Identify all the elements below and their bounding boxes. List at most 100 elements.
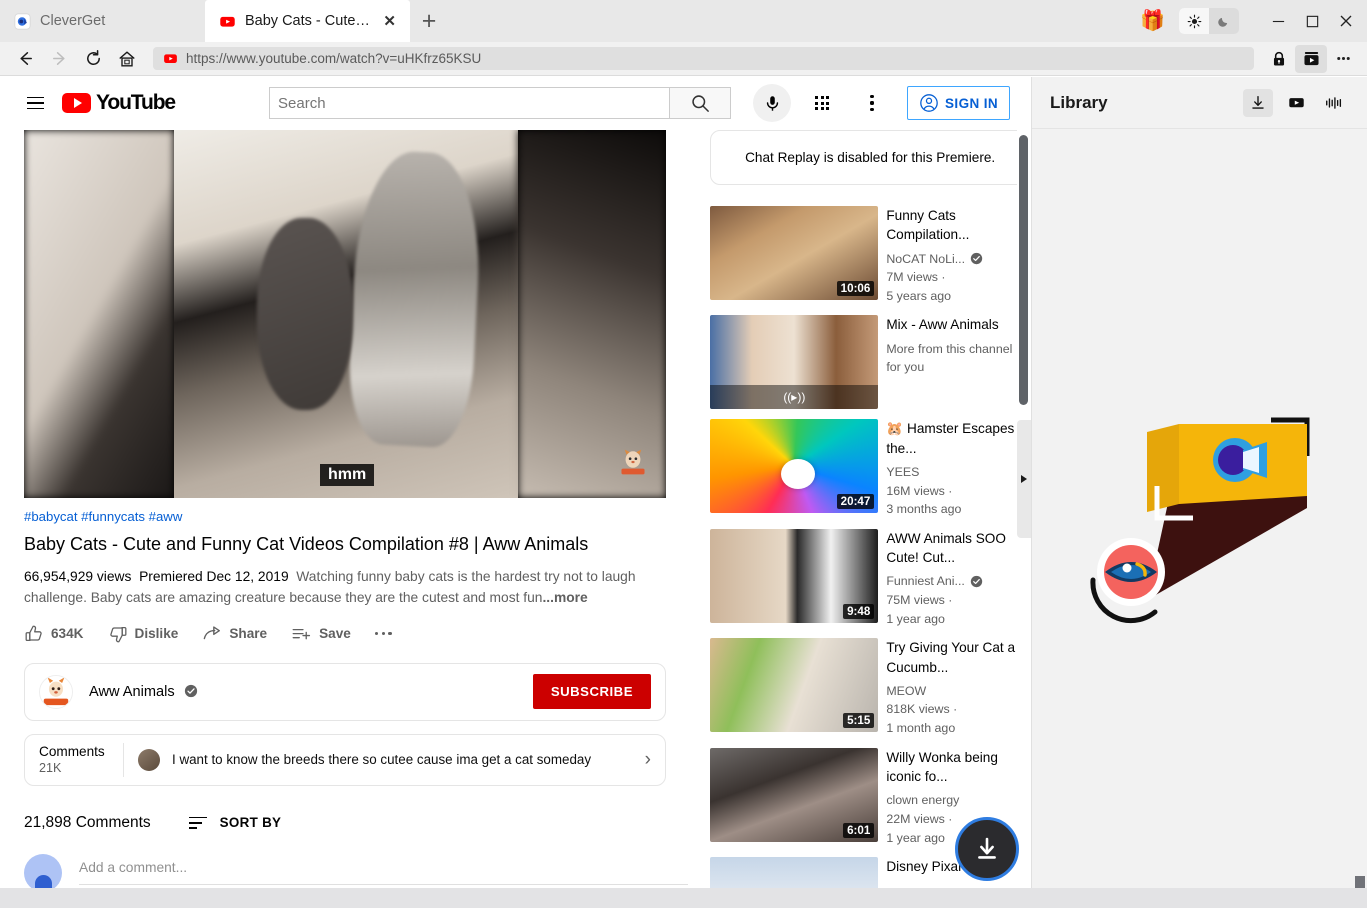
video-download-icon[interactable] <box>1295 44 1327 73</box>
upload-age: 5 years ago <box>886 288 952 303</box>
save-button[interactable]: Save <box>291 624 351 644</box>
comments-header: 21,898 Comments SORT BY <box>24 814 688 832</box>
channel-avatar[interactable] <box>39 674 73 709</box>
more-actions-icon[interactable] <box>374 632 392 636</box>
download-icon[interactable] <box>1243 88 1273 117</box>
youtube-logo[interactable]: YouTube <box>62 91 176 115</box>
views-text: 75M views <box>886 593 945 608</box>
video-title: Try Giving Your Cat a Cucumb... <box>886 640 1016 675</box>
channel-name-row[interactable]: Aww Animals <box>89 684 198 700</box>
youtube-icon <box>220 16 235 27</box>
browser-navbar: https://www.youtube.com/watch?v=uHKfrz65… <box>0 42 1367 76</box>
apps-grid-icon[interactable] <box>803 84 841 122</box>
video-thumbnail[interactable]: 20:47 <box>710 419 879 514</box>
subscribe-button[interactable]: SUBSCRIBE <box>532 674 651 710</box>
video-thumbnail[interactable]: 6:01 <box>710 747 879 842</box>
show-more-button[interactable]: ...more <box>542 590 587 605</box>
lock-icon[interactable] <box>1263 45 1295 73</box>
audio-waveform-glyph <box>1326 96 1342 109</box>
share-button[interactable]: Share <box>202 624 267 644</box>
view-count: 66,954,929 views <box>24 569 132 585</box>
hamburger-menu-icon[interactable] <box>16 84 54 122</box>
reload-glyph <box>86 49 100 65</box>
address-bar-text: https://www.youtube.com/watch?v=uHKfrz65… <box>186 51 482 66</box>
search-input[interactable] <box>269 87 670 119</box>
gift-icon[interactable]: 🎁 <box>1126 11 1179 31</box>
video-info: Funny Cats Compilation... NoCAT NoLi... <box>886 206 1030 305</box>
account-circle-icon <box>920 94 938 112</box>
related-videos-list: 10:06 Funny Cats Compilation... NoCAT No… <box>710 206 1030 908</box>
video-thumbnail[interactable]: ((▸)) <box>710 315 879 410</box>
channel-name: NoCAT NoLi... <box>886 251 966 266</box>
list-item[interactable]: 20:47 🐹 Hamster Escapes the... YEES 16M … <box>710 419 1030 518</box>
home-icon[interactable] <box>110 44 144 74</box>
video-thumbnail[interactable]: 10:06 <box>710 206 879 300</box>
site-youtube-icon <box>164 54 177 63</box>
video-player[interactable]: hmm <box>24 130 666 498</box>
add-comment-input[interactable]: Add a comment... <box>79 860 689 886</box>
video-info: Mix - Aww Animals More from this channel… <box>886 315 1030 409</box>
divider <box>123 742 124 777</box>
video-thumbnail[interactable]: 9:48 <box>710 528 879 623</box>
library-header: Library <box>1032 77 1367 129</box>
list-item[interactable]: ((▸)) Mix - Aww Animals More from this c… <box>710 315 1030 410</box>
video-hashtags[interactable]: #babycat #funnycats #aww <box>24 509 688 524</box>
download-fab-button[interactable] <box>955 817 1019 881</box>
moon-glyph <box>1218 17 1228 27</box>
list-item[interactable]: 10:06 Funny Cats Compilation... NoCAT No… <box>710 206 1030 305</box>
browser-tab-cleverget[interactable]: CleverGet <box>0 0 205 42</box>
search-button[interactable] <box>669 87 732 119</box>
address-bar[interactable]: https://www.youtube.com/watch?v=uHKfrz65… <box>153 47 1254 70</box>
share-icon <box>204 626 221 639</box>
like-button[interactable]: 634K <box>24 624 84 644</box>
list-item[interactable]: 9:48 AWW Animals SOO Cute! Cut... Funnie… <box>710 528 1030 628</box>
comments-preview-count: 21K <box>39 761 62 776</box>
window-minimize-button[interactable] <box>1261 0 1295 42</box>
channel-row: NoCAT NoLi... <box>886 250 1030 269</box>
window-maximize-button[interactable] <box>1295 0 1329 42</box>
sun-icon[interactable] <box>1179 8 1209 34</box>
chevron-right-icon[interactable]: › <box>645 749 651 771</box>
reload-icon[interactable] <box>76 44 110 74</box>
moon-icon[interactable] <box>1209 8 1239 34</box>
video-meta: 66,954,929 views Premiered Dec 12, 2019 … <box>24 567 688 608</box>
audio-waveform-icon[interactable] <box>1319 89 1349 117</box>
video-thumbnail[interactable]: 5:15 <box>710 638 879 733</box>
mic-glyph <box>766 95 778 111</box>
close-glyph <box>1340 15 1352 27</box>
more-options-icon[interactable] <box>1327 45 1359 73</box>
video-library-icon[interactable] <box>1281 89 1311 117</box>
theme-toggle[interactable] <box>1179 8 1239 34</box>
browser-tab-youtube[interactable]: Baby Cats - Cute and ✕ <box>205 0 410 42</box>
views-text: 818K views <box>886 702 950 717</box>
primary-column: hmm #babycat #funnycats #aww Baby Cats -… <box>24 129 689 908</box>
titlebar-controls: 🎁 <box>1126 0 1367 42</box>
comments-preview-card[interactable]: Comments 21K I want to know the breeds t… <box>24 733 666 786</box>
page-scrollbar-thumb[interactable] <box>1019 135 1028 405</box>
video-duration: 10:06 <box>836 281 875 296</box>
like-count: 634K <box>51 626 84 642</box>
back-arrow-icon[interactable] <box>8 44 42 74</box>
secondary-column: Chat Replay is disabled for this Premier… <box>710 130 1030 908</box>
channel-watermark-icon[interactable] <box>616 448 650 476</box>
collapse-panel-arrow-icon[interactable] <box>1017 420 1031 538</box>
dislike-button[interactable]: Dislike <box>108 624 178 644</box>
scrollbar-nub[interactable] <box>1355 876 1365 888</box>
microphone-icon[interactable] <box>753 84 792 122</box>
video-info: 🐹 Hamster Escapes the... YEES 16M views … <box>886 419 1030 518</box>
tab-close-button[interactable]: ✕ <box>381 14 396 29</box>
kebab-menu-icon[interactable] <box>853 84 891 122</box>
sign-in-button[interactable]: SIGN IN <box>907 86 1011 120</box>
mix-badge: ((▸)) <box>710 385 879 410</box>
new-tab-button[interactable]: + <box>410 0 448 42</box>
save-label: Save <box>319 626 351 642</box>
video-info: Try Giving Your Cat a Cucumb... MEOW 818… <box>886 638 1030 737</box>
video-title: Funny Cats Compilation... <box>886 208 970 243</box>
window-close-button[interactable] <box>1329 0 1363 42</box>
search-bar <box>269 87 732 119</box>
verified-badge-icon <box>970 576 983 588</box>
sort-by-button[interactable]: SORT BY <box>188 815 282 830</box>
chat-replay-notice: Chat Replay is disabled for this Premier… <box>710 130 1030 185</box>
channel-name: Funniest Ani... <box>886 574 965 589</box>
list-item[interactable]: 5:15 Try Giving Your Cat a Cucumb... MEO… <box>710 638 1030 737</box>
